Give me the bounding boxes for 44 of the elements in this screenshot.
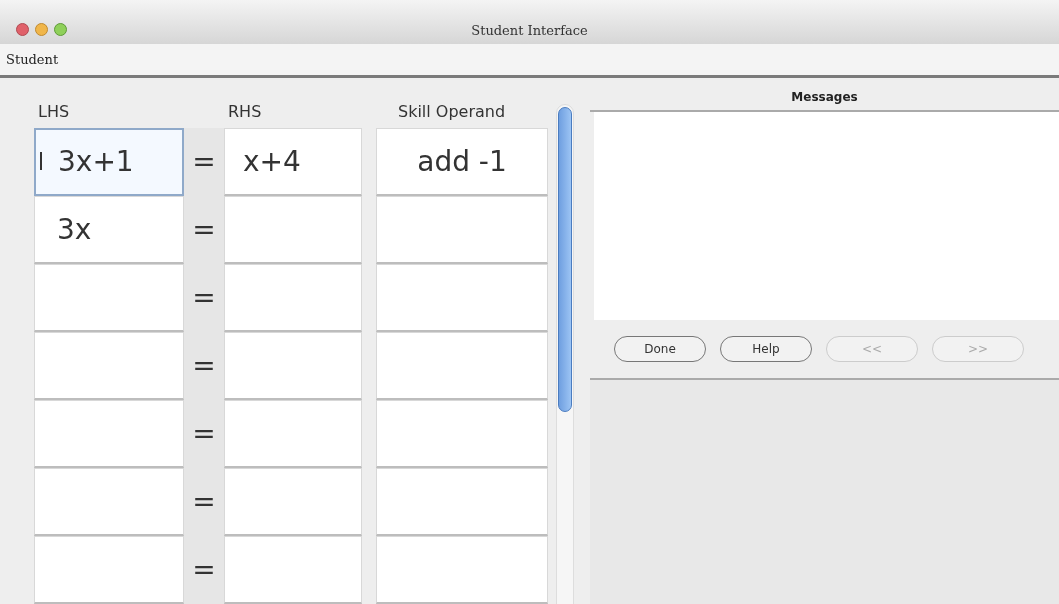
column-header: LHS: [37, 101, 71, 123]
operand-field[interactable]: [376, 196, 548, 264]
lhs-value: 3x+1: [58, 144, 134, 180]
close-button[interactable]: [16, 23, 29, 36]
operand-field[interactable]: [376, 332, 548, 400]
lhs-field[interactable]: 3x: [34, 196, 184, 264]
zoom-button[interactable]: [54, 23, 67, 36]
lhs-field[interactable]: [34, 400, 184, 468]
equals-sign: =: [192, 552, 216, 588]
lhs-field[interactable]: [34, 264, 184, 332]
operand-field[interactable]: add -1: [376, 128, 548, 196]
lhs-value: 3x: [57, 211, 92, 248]
rhs-field[interactable]: [224, 332, 362, 400]
column-header: RHS: [227, 101, 263, 123]
scroll-thumb[interactable]: [558, 107, 572, 412]
messages-title: Messages: [791, 89, 858, 106]
rhs-field[interactable]: [224, 536, 362, 604]
lhs-field[interactable]: [34, 468, 184, 536]
equals-sign: =: [192, 348, 216, 384]
lhs-field[interactable]: [34, 332, 184, 400]
lhs-field[interactable]: [34, 536, 184, 604]
operand-field[interactable]: [376, 400, 548, 468]
equals-sign: =: [192, 212, 216, 248]
minimize-button[interactable]: [35, 23, 48, 36]
rhs-field[interactable]: [224, 196, 362, 264]
action-button[interactable]: Help: [720, 336, 812, 362]
operand-field[interactable]: [376, 468, 548, 536]
window-title: Student Interface: [471, 22, 588, 41]
lhs-field[interactable]: 3x+1: [34, 128, 184, 196]
rhs-field[interactable]: [224, 264, 362, 332]
menu-item[interactable]: Student: [6, 49, 59, 70]
operand-field[interactable]: [376, 264, 548, 332]
equals-sign: =: [192, 280, 216, 316]
action-button[interactable]: Done: [614, 336, 706, 362]
equals-sign: =: [192, 484, 216, 520]
operand-field[interactable]: [376, 536, 548, 604]
rhs-field[interactable]: [224, 400, 362, 468]
text-cursor-icon: [40, 152, 42, 170]
scrollbar[interactable]: [556, 104, 574, 604]
rhs-field[interactable]: x+4: [224, 128, 362, 196]
rhs-field[interactable]: [224, 468, 362, 536]
column-header: Skill Operand: [397, 101, 506, 123]
equals-sign: =: [192, 416, 216, 452]
equals-sign: =: [192, 144, 216, 180]
